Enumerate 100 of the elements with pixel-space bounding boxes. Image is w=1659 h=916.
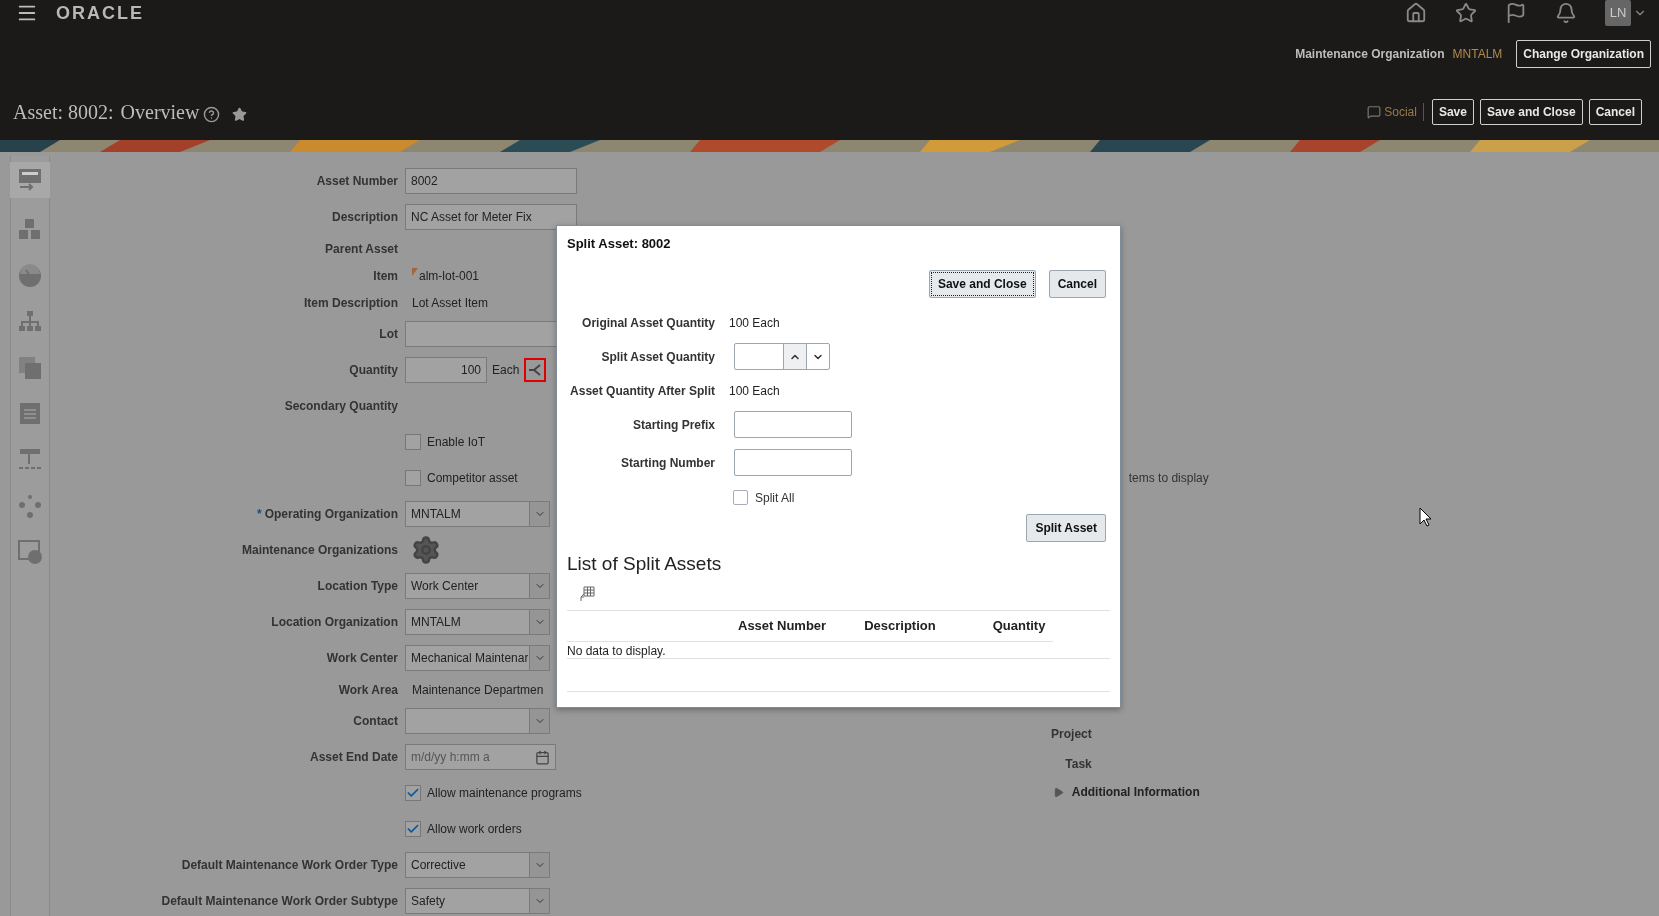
field-label: Maintenance Organizations [241, 542, 398, 559]
field-label: Project [1051, 726, 1092, 743]
text-field[interactable] [734, 449, 852, 476]
field-label: Location Organization [271, 614, 398, 631]
field-label: Item [373, 267, 398, 285]
field-label: Split Asset Quantity [601, 348, 715, 366]
checkbox-label: Allow maintenance programs [427, 785, 582, 802]
field-label: Work Center [326, 650, 398, 667]
toolbar-button[interactable]: Save and Close [1479, 99, 1583, 125]
dropdown-icon [529, 610, 549, 634]
section-heading: List of Split Assets [567, 551, 723, 576]
field-label: Parent Asset [325, 240, 398, 258]
checkbox[interactable] [405, 785, 421, 801]
field-label: Secondary Quantity [284, 398, 398, 415]
change-organization-button[interactable]: Change Organization [1516, 40, 1651, 68]
sidebar-icon[interactable] [16, 262, 44, 290]
field-label: Item Description [303, 294, 398, 312]
gear-icon[interactable] [411, 535, 441, 565]
field-label: Work Area [338, 681, 398, 699]
section-toggle[interactable]: Additional Information [1052, 783, 1277, 801]
help-icon[interactable] [203, 105, 221, 123]
checkbox-label: Competitor asset [427, 470, 518, 487]
select-field[interactable]: Work Center [405, 573, 550, 599]
checkbox-label: Split All [755, 489, 795, 507]
checkbox[interactable] [405, 821, 421, 837]
dropdown-icon [529, 853, 549, 877]
home-icon[interactable] [1405, 2, 1427, 24]
toolbar-button[interactable]: Cancel [1588, 99, 1642, 125]
dropdown-icon [529, 502, 549, 526]
required-mark: * [257, 507, 262, 521]
select-field[interactable]: Mechanical Maintenar [405, 645, 550, 671]
field-value: 100 Each [729, 314, 780, 332]
social-link[interactable]: Social [1367, 103, 1424, 121]
field-label: Original Asset Quantity [582, 314, 715, 332]
checkbox[interactable] [405, 470, 421, 486]
split-asset-button[interactable]: Split Asset [1026, 513, 1106, 542]
select-field[interactable]: MNTALM [405, 501, 550, 527]
dialog-button[interactable]: Cancel [1048, 269, 1106, 298]
organization-value: MNTALM [1452, 46, 1503, 63]
field-label: Quantity [349, 362, 398, 379]
favorites-icon[interactable] [1455, 2, 1477, 24]
text-field[interactable]: 8002 [405, 168, 577, 194]
field-label: Location Type [317, 578, 398, 595]
flag-icon[interactable] [1505, 2, 1527, 24]
field-value: 100 Each [729, 382, 780, 400]
field-label: Contact [353, 713, 398, 730]
column-header: Description [864, 617, 936, 636]
dialog-title: Split Asset: 8002 [567, 235, 672, 253]
dialog-button[interactable]: Save and Close [928, 269, 1036, 298]
split-button[interactable] [524, 358, 547, 382]
column-header: Quantity [992, 617, 1046, 636]
select-field[interactable]: Corrective [405, 852, 550, 878]
expand-icon [1052, 786, 1064, 798]
quantity-field[interactable]: 100 [405, 357, 487, 383]
field-value: alm-lot-001 [405, 266, 480, 285]
checkbox[interactable] [733, 490, 748, 505]
checkbox-label: Enable IoT [427, 434, 486, 451]
sidebar-icon[interactable] [16, 492, 44, 520]
field-label: * Operating Organization [257, 506, 398, 523]
text-field[interactable]: NC Asset for Meter Fix [405, 204, 577, 230]
organization-label: Maintenance Organization [1295, 46, 1445, 63]
select-field[interactable]: Safety [405, 888, 550, 914]
checkbox[interactable] [405, 434, 421, 450]
detach-table-icon[interactable] [579, 586, 595, 602]
field-label: Lot [379, 326, 398, 343]
field-label: Default Maintenance Work Order Type [181, 857, 398, 874]
select-field[interactable] [405, 708, 550, 734]
field-label: Task [1065, 756, 1092, 773]
field-label: Starting Number [621, 454, 715, 472]
field-label: Asset Quantity After Split [570, 382, 715, 400]
page-subtitle: Overview [120, 100, 200, 125]
field-value: Lot Asset Item [411, 294, 489, 312]
user-avatar[interactable]: LN [1605, 0, 1631, 26]
field-label: Asset End Date [309, 749, 398, 766]
favorite-star-icon[interactable] [232, 106, 248, 122]
field-label: Description [332, 209, 398, 226]
split-icon [528, 363, 543, 377]
field-label: Default Maintenance Work Order Subtype [161, 893, 398, 910]
text-field[interactable] [734, 411, 852, 438]
unit-label: Each [492, 362, 520, 379]
dropdown-icon [529, 709, 549, 733]
page-title: Asset: 8002: [13, 100, 114, 125]
calendar-icon[interactable] [535, 749, 550, 765]
increment-icon[interactable] [783, 344, 806, 369]
select-field[interactable]: MNTALM [405, 609, 550, 635]
column-header: Asset Number [738, 617, 827, 636]
sidebar-tab[interactable] [10, 162, 50, 198]
mouse-pointer-icon [1419, 507, 1432, 527]
oracle-logo: ORACLE [56, 1, 144, 25]
notifications-icon[interactable] [1555, 2, 1577, 24]
empty-table-message: No data to display. [567, 643, 1110, 659]
chat-icon [1367, 105, 1382, 119]
toolbar-button[interactable]: Save [1431, 99, 1474, 125]
sidebar-icon[interactable] [16, 354, 44, 382]
field-label: Starting Prefix [632, 416, 715, 434]
empty-message: tems to display [1128, 470, 1210, 487]
sidebar-icon[interactable] [16, 538, 44, 566]
field-label: Asset Number [316, 173, 398, 190]
dropdown-icon [529, 574, 549, 598]
dropdown-icon [529, 646, 549, 670]
